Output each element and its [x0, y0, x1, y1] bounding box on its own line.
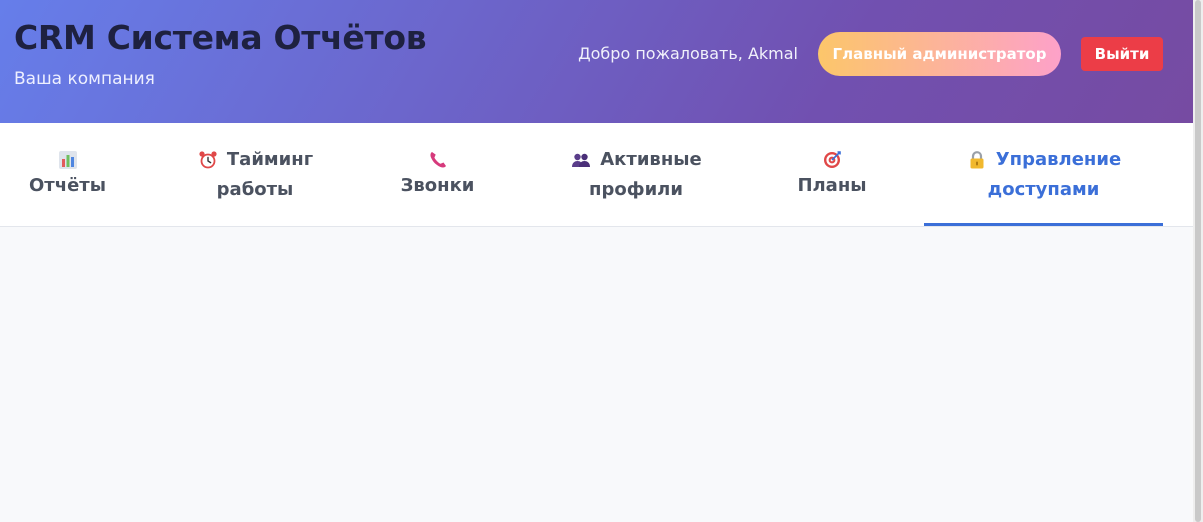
scrollbar-thumb[interactable]: [1195, 0, 1201, 522]
tab-reports[interactable]: Отчёты: [0, 123, 135, 226]
tab-reports-label: Отчёты: [28, 174, 106, 196]
tab-access-management-label-line2: доступами: [987, 178, 1100, 200]
users-icon: [570, 149, 592, 171]
lock-icon: [966, 149, 988, 171]
tab-calls-label: Звонки: [400, 174, 475, 196]
tab-plans[interactable]: Планы: [772, 123, 892, 226]
alarm-clock-icon: [197, 149, 219, 171]
tab-access-management[interactable]: Управление доступами: [924, 123, 1163, 226]
main-content: CRM Система Отчётов Ваша компания Добро …: [0, 0, 1193, 522]
tab-active-profiles-label-line2: профили: [589, 178, 683, 200]
tab-plans-label: Планы: [797, 174, 867, 196]
app-title: CRM Система Отчётов: [14, 18, 427, 57]
tab-active-profiles-label-line1: Активные: [600, 148, 702, 170]
tab-work-timing[interactable]: Тайминг работы: [135, 123, 375, 226]
role-badge: Главный администратор: [818, 32, 1061, 76]
welcome-text: Добро пожаловать, Akmal: [578, 44, 798, 63]
vertical-scrollbar[interactable]: [1193, 0, 1203, 522]
header: CRM Система Отчётов Ваша компания Добро …: [0, 0, 1193, 123]
tab-access-management-label-line1: Управление: [995, 148, 1122, 170]
target-icon: [821, 149, 843, 171]
app-window: CRM Система Отчётов Ваша компания Добро …: [0, 0, 1203, 522]
bar-chart-icon: [57, 149, 79, 171]
tab-work-timing-label-line1: Тайминг: [226, 148, 314, 170]
main-tabs: Отчёты Тайминг работы Звонки Активные пр…: [0, 123, 1193, 227]
phone-icon: [427, 149, 449, 171]
tab-work-timing-label-line2: работы: [216, 178, 294, 200]
tab-calls[interactable]: Звонки: [375, 123, 500, 226]
company-name: Ваша компания: [14, 69, 155, 89]
tab-active-profiles[interactable]: Активные профили: [500, 123, 772, 226]
logout-button[interactable]: Выйти: [1081, 37, 1163, 71]
